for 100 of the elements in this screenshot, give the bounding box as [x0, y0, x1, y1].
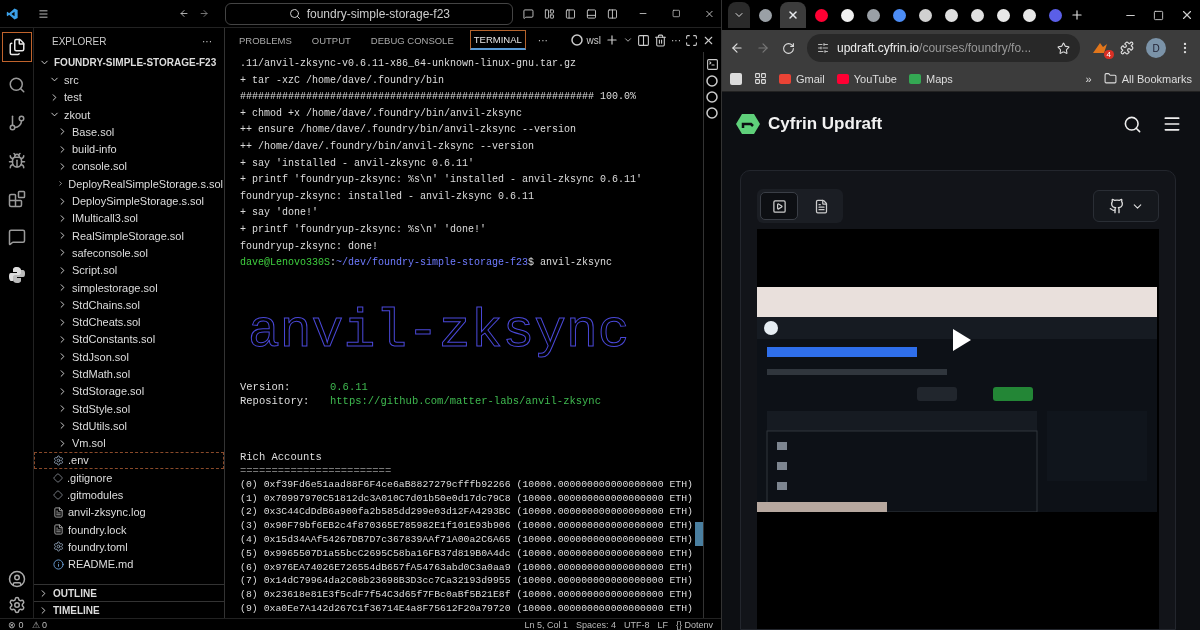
folder-item[interactable]: StdStorage.sol [34, 382, 224, 400]
folder-item[interactable]: console.sol [34, 157, 224, 176]
terminal-icon[interactable] [705, 58, 719, 71]
menu-icon[interactable] [1162, 114, 1182, 134]
panel-toggle-icon[interactable] [585, 6, 597, 21]
folder-item[interactable]: Script.sol [34, 261, 224, 279]
folder-item[interactable]: StdUtils.sol [34, 417, 224, 435]
folder-item[interactable]: IMulticall3.sol [34, 209, 224, 227]
terminal-profile[interactable]: wsl [586, 34, 601, 46]
folder-item[interactable]: test [34, 88, 224, 106]
folder-item[interactable]: Base.sol [34, 123, 224, 141]
back-icon[interactable] [730, 41, 744, 55]
maximize-panel-icon[interactable] [685, 33, 698, 47]
profile-avatar[interactable]: D [1146, 38, 1166, 58]
split-icon[interactable] [637, 33, 650, 47]
panel-tab[interactable]: TERMINAL [469, 30, 526, 50]
ring-icon[interactable] [706, 107, 719, 119]
workspace-root[interactable]: FOUNDRY-SIMPLE-STORAGE-F23 [34, 54, 224, 72]
forward-icon[interactable] [756, 41, 770, 55]
command-center[interactable]: foundry-simple-storage-f23 [225, 2, 514, 25]
maximize-icon[interactable] [671, 8, 681, 19]
back-icon[interactable] [179, 7, 190, 20]
tab-search-button[interactable] [728, 2, 750, 28]
panel-tab[interactable]: OUTPUT [307, 30, 355, 50]
browser-tab[interactable] [780, 2, 806, 28]
file-item[interactable]: anvil-zksync.log [34, 503, 224, 521]
more-bookmarks-button[interactable]: » [1085, 72, 1092, 85]
status-item[interactable]: LF [657, 619, 668, 630]
split-icon[interactable] [606, 6, 618, 21]
bookmark-star-icon[interactable] [1057, 41, 1070, 55]
video-view-button[interactable] [760, 192, 798, 220]
scrollbar-thumb[interactable] [694, 522, 703, 546]
play-icon[interactable] [953, 329, 971, 351]
folder-item[interactable]: zkout [34, 105, 224, 124]
panel-tab[interactable]: PROBLEMS [235, 30, 296, 50]
search-icon[interactable] [1123, 114, 1142, 134]
caret-icon[interactable] [623, 35, 633, 45]
address-bar[interactable]: updraft.cyfrin.io/courses/foundry/fo... [807, 34, 1080, 62]
file-item[interactable]: .gitmodules [34, 486, 224, 504]
file-item[interactable]: foundry.lock [34, 521, 224, 539]
error-count[interactable]: ⊗ 0 [8, 619, 24, 630]
more-button[interactable]: ··· [537, 34, 548, 46]
file-item[interactable]: .env [34, 451, 224, 470]
close-icon[interactable] [1180, 8, 1194, 22]
site-info-icon[interactable] [817, 42, 829, 54]
status-item[interactable]: {} Dotenv [675, 619, 713, 630]
layout-icon[interactable] [544, 6, 555, 21]
forward-icon[interactable] [199, 7, 210, 20]
more-button[interactable]: ··· [202, 35, 212, 47]
bookmark-link[interactable]: YouTube [836, 72, 897, 85]
files-activity-button[interactable] [1, 32, 32, 62]
warning-count[interactable]: ⚠ 0 [31, 619, 48, 630]
new-tab-icon[interactable] [1070, 8, 1084, 22]
more-button[interactable]: ··· [671, 34, 681, 46]
extensions-icon[interactable] [1120, 41, 1134, 55]
folder-item[interactable]: StdMath.sol [34, 365, 224, 383]
folder-item[interactable]: StdStyle.sol [34, 399, 224, 418]
maximize-icon[interactable] [1153, 9, 1164, 21]
panel-tab[interactable]: DEBUG CONSOLE [366, 30, 458, 50]
add-icon[interactable] [605, 33, 619, 47]
ring-icon[interactable] [706, 91, 719, 103]
folder-item[interactable]: src [34, 71, 224, 89]
checkbox-icon[interactable] [730, 72, 742, 85]
folder-item[interactable]: DeploySimpleStorage.s.sol [34, 192, 224, 210]
site-title[interactable]: Cyfrin Updraft [768, 114, 883, 134]
python-icon[interactable] [7, 266, 26, 284]
apps-icon[interactable] [754, 72, 767, 85]
status-item[interactable]: Spaces: 4 [575, 619, 616, 630]
sidebar-toggle-icon[interactable] [564, 6, 576, 21]
folder-item[interactable]: StdJson.sol [34, 348, 224, 366]
trash-icon[interactable] [654, 33, 667, 47]
bookmark-link[interactable]: Gmail [779, 72, 825, 85]
chat-icon[interactable] [523, 6, 535, 21]
folder-item[interactable]: StdChains.sol [34, 296, 224, 314]
settings-icon[interactable] [7, 596, 26, 614]
bookmark-link[interactable]: Maps [908, 72, 953, 85]
folder-item[interactable]: simplestorage.sol [34, 278, 224, 297]
all-bookmarks-link[interactable]: All Bookmarks [1103, 72, 1192, 85]
reload-icon[interactable] [782, 41, 795, 55]
section-header[interactable]: TIMELINE [34, 601, 224, 618]
github-dropdown[interactable] [1093, 190, 1159, 222]
file-item[interactable]: README.md [34, 555, 224, 573]
hexagon-logo-icon[interactable] [736, 113, 760, 135]
ring-icon[interactable] [706, 75, 719, 87]
account-icon[interactable] [7, 570, 26, 588]
file-item[interactable]: foundry.toml [34, 538, 224, 556]
folder-item[interactable]: StdConstants.sol [34, 330, 224, 349]
video-player[interactable] [757, 229, 1159, 629]
folder-item[interactable]: DeployRealSimpleStorage.s.sol [34, 175, 224, 193]
folder-item[interactable]: RealSimpleStorage.sol [34, 226, 224, 245]
status-item[interactable]: Ln 5, Col 1 [524, 619, 568, 630]
section-header[interactable]: OUTLINE [34, 584, 224, 601]
folder-item[interactable]: StdCheats.sol [34, 313, 224, 331]
close-icon[interactable] [787, 9, 799, 21]
file-item[interactable]: .gitignore [34, 469, 224, 487]
fox-icon[interactable] [1092, 41, 1108, 55]
folder-item[interactable]: build-info [34, 140, 224, 158]
status-item[interactable]: UTF-8 [623, 619, 650, 630]
folder-item[interactable]: Vm.sol [34, 434, 224, 452]
folder-item[interactable]: safeconsole.sol [34, 244, 224, 262]
